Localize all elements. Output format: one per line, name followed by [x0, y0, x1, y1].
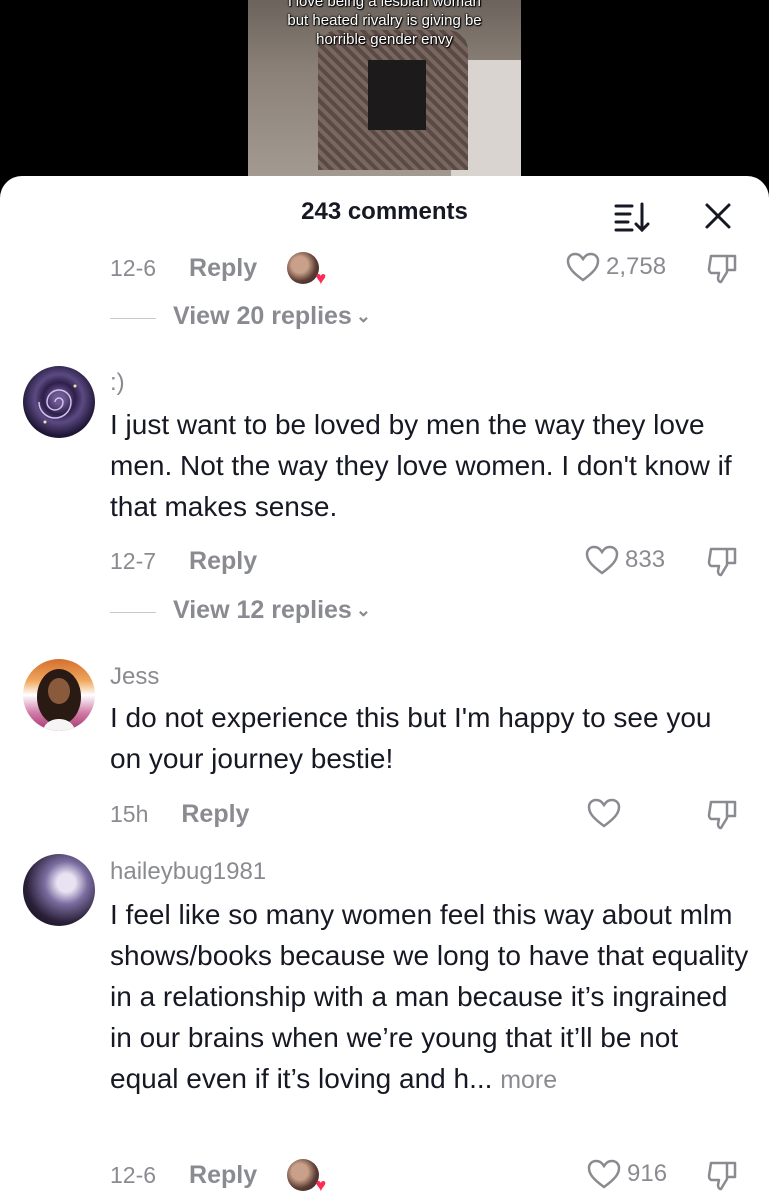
heart-badge-icon: ♥	[315, 268, 327, 288]
replies-divider	[110, 318, 156, 319]
creator-liked-avatar: ♥	[287, 252, 326, 287]
avatar[interactable]	[23, 854, 95, 926]
view-replies-button[interactable]: View 12 replies ⌄	[110, 596, 371, 625]
comment-meta-row: 12-6 Reply ♥	[110, 252, 326, 287]
comment-username[interactable]: haileybug1981	[110, 858, 266, 886]
more-button[interactable]: more	[500, 1066, 557, 1094]
reply-button[interactable]: Reply	[189, 1161, 257, 1190]
avatar-spiral-image	[38, 384, 77, 424]
like-button[interactable]: 833	[585, 545, 665, 575]
dislike-icon[interactable]	[706, 252, 740, 286]
comment-meta-row: 12-6 Reply ♥	[110, 1159, 326, 1194]
like-count: 2,758	[606, 253, 667, 280]
reply-button[interactable]: Reply	[189, 254, 257, 283]
comment-text-body: I feel like so many women feel this way …	[110, 899, 749, 1094]
comment-text: I just want to be loved by men the way t…	[110, 409, 732, 522]
sort-icon[interactable]	[612, 198, 652, 234]
view-replies-label: View 12 replies	[173, 596, 352, 624]
comment-meta-row: 12-7 Reply	[110, 545, 257, 577]
dislike-icon[interactable]	[706, 545, 740, 579]
chevron-down-icon: ⌄	[355, 306, 371, 326]
comments-count-title: 243 comments	[301, 198, 468, 225]
heart-outline-icon	[587, 1159, 621, 1189]
chevron-down-icon: ⌄	[355, 600, 371, 620]
caption-line: i love being a lesbian woman	[288, 0, 481, 10]
view-replies-label: View 20 replies	[173, 302, 352, 330]
comment-username[interactable]: Jess	[110, 663, 159, 691]
view-replies-button[interactable]: View 20 replies ⌄	[110, 302, 371, 331]
comment-text: I do not experience this but I'm happy t…	[110, 702, 712, 774]
comment-text: I feel like so many women feel this way …	[110, 894, 750, 1101]
heart-badge-icon: ♥	[315, 1175, 327, 1195]
comment-meta-row: 15h Reply	[110, 798, 249, 830]
dislike-icon[interactable]	[706, 1159, 740, 1193]
avatar[interactable]	[23, 366, 95, 438]
heart-outline-icon	[587, 798, 621, 828]
avatar-illustration-image	[37, 669, 81, 731]
replies-divider	[110, 612, 156, 613]
video-top	[368, 60, 426, 130]
like-button[interactable]: 916	[587, 1159, 667, 1189]
reply-button[interactable]: Reply	[181, 800, 249, 829]
reply-button[interactable]: Reply	[189, 547, 257, 576]
comment-date: 12-7	[110, 547, 157, 574]
dislike-icon[interactable]	[706, 798, 740, 832]
comments-sheet: 243 comments 12-6 Reply ♥ 2,758 View 20 …	[0, 176, 769, 1200]
creator-liked-avatar: ♥	[287, 1159, 326, 1194]
comment-date: 12-6	[110, 254, 157, 281]
caption-line: but heated rivalry is giving be	[287, 12, 482, 29]
heart-outline-icon	[585, 545, 619, 575]
comment-date: 15h	[110, 800, 149, 827]
like-count: 916	[627, 1160, 668, 1187]
caption-line: horrible gender envy	[316, 31, 453, 48]
close-icon[interactable]	[700, 198, 736, 234]
comment-date: 12-6	[110, 1161, 157, 1188]
like-button[interactable]	[587, 798, 621, 828]
like-button[interactable]: 2,758	[566, 252, 666, 282]
heart-outline-icon	[566, 252, 600, 282]
comment-username[interactable]: :)	[110, 369, 125, 397]
video-caption-overlay: i love being a lesbian woman but heated …	[248, 0, 521, 49]
like-count: 833	[625, 546, 666, 573]
video-preview[interactable]: i love being a lesbian woman but heated …	[248, 0, 521, 178]
avatar[interactable]	[23, 659, 95, 731]
